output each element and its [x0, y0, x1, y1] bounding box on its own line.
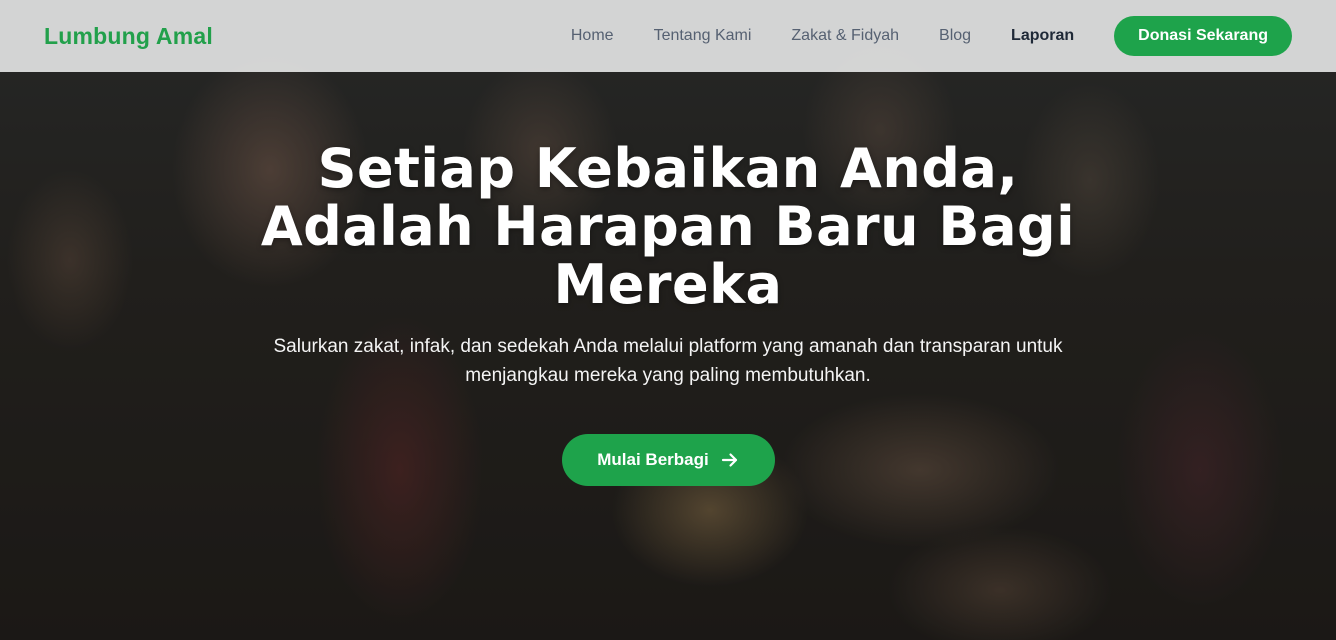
arrow-right-icon	[721, 451, 739, 469]
nav-home[interactable]: Home	[571, 27, 614, 45]
nav-blog[interactable]: Blog	[939, 27, 971, 45]
hero-title: Setiap Kebaikan Anda, Adalah Harapan Bar…	[260, 137, 1076, 316]
main-nav: Home Tentang Kami Zakat & Fidyah Blog La…	[571, 16, 1292, 56]
donate-now-button[interactable]: Donasi Sekarang	[1114, 16, 1292, 56]
nav-laporan[interactable]: Laporan	[1011, 27, 1074, 45]
page: Lumbung Amal Home Tentang Kami Zakat & F…	[0, 0, 1336, 640]
hero-section: Setiap Kebaikan Anda, Adalah Harapan Bar…	[0, 140, 1336, 486]
start-sharing-button[interactable]: Mulai Berbagi	[561, 434, 775, 486]
brand-logo[interactable]: Lumbung Amal	[44, 23, 213, 50]
hero-subtitle: Salurkan zakat, infak, dan sedekah Anda …	[273, 336, 1063, 386]
nav-tentang-kami[interactable]: Tentang Kami	[654, 27, 752, 45]
site-header: Lumbung Amal Home Tentang Kami Zakat & F…	[0, 0, 1336, 72]
start-sharing-label: Mulai Berbagi	[597, 450, 709, 469]
nav-zakat-fidyah[interactable]: Zakat & Fidyah	[791, 27, 899, 45]
